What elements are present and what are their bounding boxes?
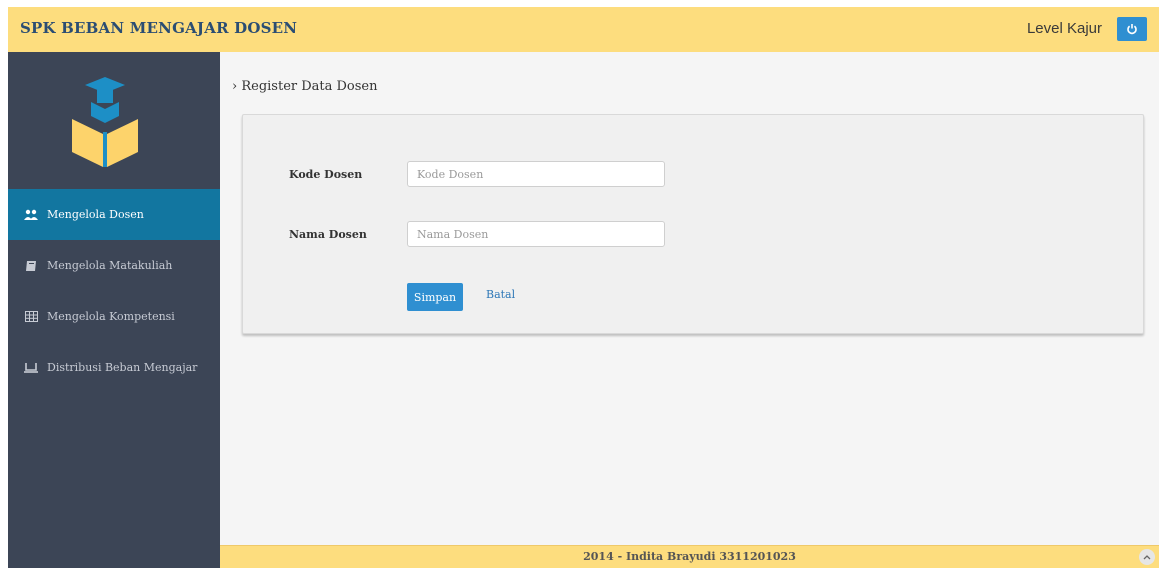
scroll-top-button[interactable] [1139,549,1155,565]
laptop-icon [24,361,38,375]
sidebar-item-mengelola-kompetensi[interactable]: Mengelola Kompetensi [8,291,220,342]
power-icon [1127,24,1137,35]
sidebar-item-label: Mengelola Dosen [47,208,144,221]
logout-button[interactable] [1117,17,1147,41]
sidebar-item-label: Mengelola Kompetensi [47,310,175,323]
main-content: › Register Data Dosen Kode Dosen Nama Do… [220,52,1159,523]
app-brand[interactable]: SPK BEBAN MENGAJAR DOSEN [20,19,297,37]
footer: 2014 - Indita Brayudi 3311201023 [220,545,1159,568]
users-icon [24,208,38,222]
kode-dosen-input[interactable] [407,161,665,187]
sidebar-nav: Mengelola Dosen Mengelola Matakuliah Men… [8,189,220,393]
chevron-up-icon [1143,555,1151,560]
user-level-label: Level Kajur [1026,20,1102,37]
sidebar: Mengelola Dosen Mengelola Matakuliah Men… [8,52,220,568]
kode-dosen-label: Kode Dosen [289,168,363,181]
sidebar-item-label: Mengelola Matakuliah [47,259,173,272]
nama-dosen-label: Nama Dosen [289,228,367,241]
save-button[interactable]: Simpan [407,283,463,311]
book-icon [24,259,38,273]
graduation-box-icon [66,72,144,174]
footer-text: 2014 - Indita Brayudi 3311201023 [583,550,796,563]
top-bar: SPK BEBAN MENGAJAR DOSEN Level Kajur [8,7,1159,52]
sidebar-item-label: Distribusi Beban Mengajar [47,361,198,374]
sidebar-item-distribusi-beban-mengajar[interactable]: Distribusi Beban Mengajar [8,342,220,393]
table-icon [24,310,38,324]
cancel-link[interactable]: Batal [486,288,515,301]
nama-dosen-input[interactable] [407,221,665,247]
sidebar-item-mengelola-matakuliah[interactable]: Mengelola Matakuliah [8,240,220,291]
breadcrumb: › Register Data Dosen [232,79,378,94]
sidebar-item-mengelola-dosen[interactable]: Mengelola Dosen [8,189,220,240]
app-frame: SPK BEBAN MENGAJAR DOSEN Level Kajur Men… [8,7,1159,568]
register-form-card: Kode Dosen Nama Dosen Simpan Batal [242,114,1144,334]
